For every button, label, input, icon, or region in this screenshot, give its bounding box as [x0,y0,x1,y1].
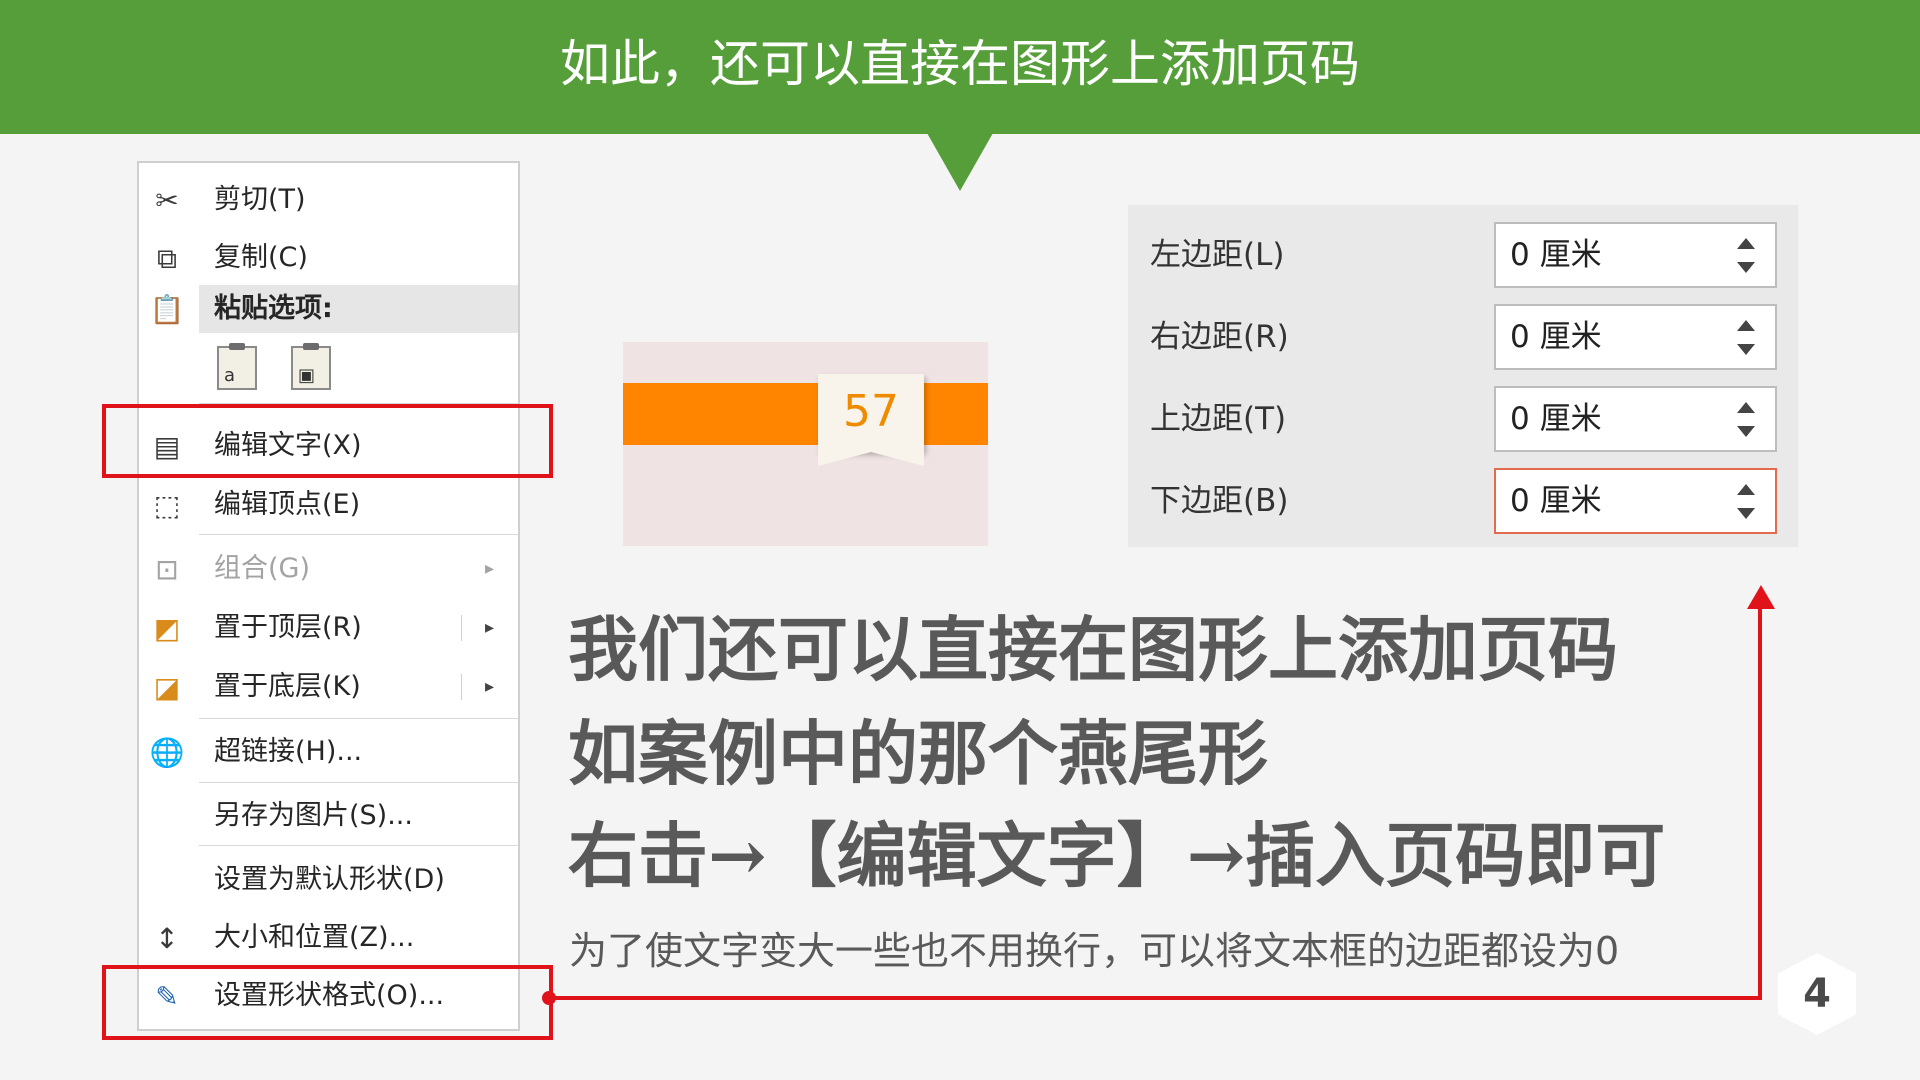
spin-down-icon[interactable] [1737,344,1755,355]
edit-points-icon: ⬚ [153,489,181,522]
hyperlink-icon: 🌐 [149,736,185,769]
chevron-right-icon[interactable]: ▸ [485,603,494,653]
body-note: 为了使文字变大一些也不用换行，可以将文本框的边距都设为0 [569,929,1620,973]
connector-line-horizontal [553,996,1762,1000]
paste-icon: 📋 [149,293,185,326]
menu-item-copy[interactable]: ⧉ 复制(C) [139,233,518,283]
menu-item-size-position[interactable]: ↕ 大小和位置(Z)... [139,913,518,963]
spin-up-icon[interactable] [1737,402,1755,413]
highlight-format-shape [102,965,553,1040]
chevron-right-icon: ▸ [484,558,494,579]
margin-top-row: 上边距(T) 0 厘米 [1128,384,1798,454]
slide-title: 如此，还可以直接在图形上添加页码 [560,35,1360,93]
menu-item-group[interactable]: ⊡ 组合(G) ▸ [139,544,518,594]
spin-up-icon[interactable] [1737,238,1755,249]
swallowtail-preview: 57 [623,342,988,546]
menu-item-set-default-shape[interactable]: 设置为默认形状(D) [139,855,518,905]
body-line-3: 右击→【编辑文字】→插入页码即可 [568,814,1666,897]
group-icon: ⊡ [155,553,179,586]
menu-item-cut[interactable]: ✂ 剪切(T) [139,175,518,225]
arrow-up-icon [1747,585,1775,609]
page-number: 4 [1803,971,1831,1017]
send-to-back-icon: ◪ [153,671,181,704]
split-divider [461,674,462,700]
menu-item-hyperlink[interactable]: 🌐 超链接(H)... [139,727,518,777]
spin-down-icon[interactable] [1737,262,1755,273]
picture-icon: ▣ [298,365,316,386]
chevron-right-icon[interactable]: ▸ [485,662,494,712]
page-number-tag: 57 [818,374,924,452]
margin-top-spinner[interactable]: 0 厘米 [1494,386,1777,452]
margin-bottom-row: 下边距(B) 0 厘米 [1128,466,1798,536]
copy-icon: ⧉ [157,242,177,275]
connector-line-vertical [1758,604,1762,1000]
orange-band [623,383,988,445]
spin-down-icon[interactable] [1737,426,1755,437]
margin-bottom-spinner[interactable]: 0 厘米 [1494,468,1777,534]
spin-down-icon[interactable] [1737,508,1755,519]
split-divider [461,615,462,641]
spin-up-icon[interactable] [1737,320,1755,331]
margin-left-row: 左边距(L) 0 厘米 [1128,220,1798,290]
context-menu: ✂ 剪切(T) ⧉ 复制(C) 📋 粘贴选项: a ▣ ▤ 编辑文字(X) ⬚ … [137,161,520,1031]
swallowtail-notch [818,452,924,466]
separator [199,782,518,783]
paste-picture-button[interactable]: ▣ [291,343,331,390]
spin-up-icon[interactable] [1737,484,1755,495]
bring-to-front-icon: ◩ [153,612,181,645]
separator [199,718,518,719]
separator [199,845,518,846]
body-line-1: 我们还可以直接在图形上添加页码 [568,608,1618,691]
scissors-icon: ✂ [155,184,179,217]
text-box-margins-panel: 左边距(L) 0 厘米 右边距(R) 0 厘米 上边距(T) 0 厘米 下边距(… [1128,205,1798,547]
margin-right-spinner[interactable]: 0 厘米 [1494,304,1777,370]
menu-item-send-to-back[interactable]: ◪ 置于底层(K) ▸ [139,662,518,712]
paste-keep-text-only-button[interactable]: a [217,343,257,390]
size-position-icon: ↕ [155,922,179,955]
menu-item-bring-to-front[interactable]: ◩ 置于顶层(R) ▸ [139,603,518,653]
margin-right-row: 右边距(R) 0 厘米 [1128,302,1798,372]
menu-item-paste-options: 📋 粘贴选项: [149,293,333,326]
menu-item-save-as-picture[interactable]: 另存为图片(S)... [139,791,518,841]
menu-item-edit-points[interactable]: ⬚ 编辑顶点(E) [139,480,518,530]
highlight-edit-text [102,404,553,478]
body-line-2: 如案例中的那个燕尾形 [568,712,1268,795]
banner-pointer [927,133,993,191]
keep-text-only-icon: a [224,365,236,386]
tag-page-number: 57 [843,386,899,437]
margin-left-spinner[interactable]: 0 厘米 [1494,222,1777,288]
separator [199,534,518,535]
